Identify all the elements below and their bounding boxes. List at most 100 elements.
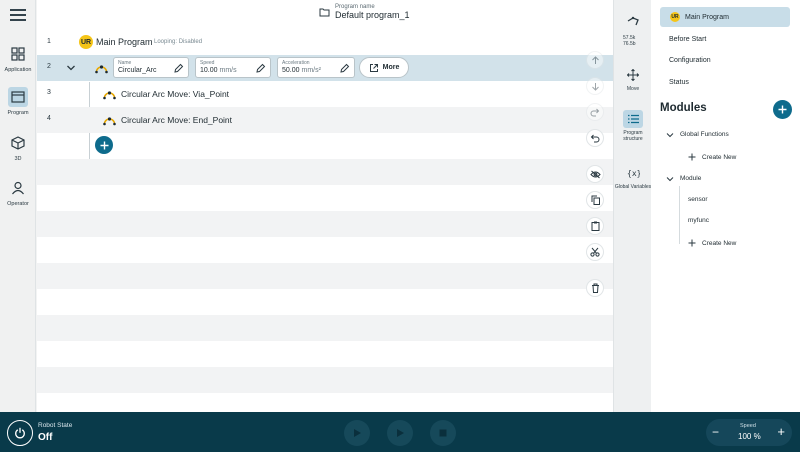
circular-arc-icon: [103, 117, 116, 126]
row-number: 1: [47, 38, 51, 45]
nav-global-variables[interactable]: {x} Global Variables: [614, 164, 652, 190]
nav-move[interactable]: Move: [614, 66, 652, 92]
tree-row-end-point[interactable]: 4 Circular Arc Move: End_Point: [37, 107, 613, 133]
variables-icon: {x}: [623, 164, 643, 182]
bottom-bar: Robot State Off − Speed 100 % +: [0, 412, 800, 452]
nav-move-label: Move: [626, 86, 640, 92]
empty-row: [37, 263, 613, 289]
chevron-down-icon[interactable]: [66, 63, 76, 73]
tree-row-circular-arc[interactable]: 2 Name Circular_Arc Speed 10.00 mm/s Acc…: [37, 55, 613, 81]
plus-icon: [688, 239, 696, 247]
module-sensor-item[interactable]: sensor: [688, 196, 708, 203]
create-new-module-item[interactable]: Create New: [688, 239, 736, 247]
arrow-down-icon: [591, 82, 599, 91]
pencil-icon[interactable]: [173, 63, 184, 74]
acceleration-field-unit: mm/s²: [301, 67, 321, 74]
before-start-item[interactable]: Before Start: [669, 36, 706, 43]
left-navigation: Application Program 3D Operator: [0, 0, 36, 412]
stop-icon: [439, 429, 447, 437]
global-functions-group[interactable]: Global Functions: [666, 131, 729, 138]
speed-value: 100 %: [738, 432, 761, 441]
empty-row: [37, 237, 613, 263]
cube-icon: [8, 133, 28, 153]
module-group[interactable]: Module: [666, 175, 701, 182]
program-name-value: Default program_1: [335, 10, 410, 20]
program-icon: [8, 87, 28, 107]
speed-field[interactable]: Speed 10.00 mm/s: [195, 57, 271, 78]
empty-row: [37, 315, 613, 341]
move-up-button[interactable]: [586, 51, 604, 69]
power-button[interactable]: [7, 420, 33, 446]
ur-logo-icon: UR: [670, 12, 680, 22]
nav-global-variables-label: Global Variables: [614, 184, 652, 190]
speed-caption: Speed: [740, 423, 756, 429]
external-link-icon: [369, 63, 378, 72]
main-program-item-label: Main Program: [685, 13, 729, 21]
tree-row-main-program[interactable]: 1 UR Main Program Looping: Disabled: [37, 30, 613, 56]
delete-button[interactable]: [586, 279, 604, 297]
step-button[interactable]: [387, 420, 413, 446]
cut-button[interactable]: [586, 243, 604, 261]
plus-icon: [688, 153, 696, 161]
program-name[interactable]: Program name Default program_1: [319, 4, 410, 20]
nav-operator-label: Operator: [7, 201, 29, 207]
ur-logo-icon: UR: [79, 35, 93, 49]
stop-button[interactable]: [430, 420, 456, 446]
nav-operator[interactable]: Operator: [0, 178, 36, 207]
main-program-item[interactable]: UR Main Program: [660, 7, 790, 27]
acceleration-field[interactable]: Acceleration 50.00 mm/s²: [277, 57, 355, 78]
module-guide-line: [679, 186, 680, 244]
menu-icon[interactable]: [10, 9, 26, 21]
header: Program name Default program_1: [37, 0, 613, 30]
coordinate-b: 76.5b: [623, 41, 636, 47]
create-new-function-item[interactable]: Create New: [688, 153, 736, 161]
row-number: 3: [47, 89, 51, 96]
robot-coordinates: 57.5k 76.5b: [623, 35, 636, 47]
add-module-button[interactable]: [773, 100, 792, 119]
redo-button[interactable]: [586, 103, 604, 121]
nav-program-label: Program: [7, 110, 29, 116]
nav-3d[interactable]: 3D: [0, 133, 36, 162]
nav-program[interactable]: Program: [0, 87, 36, 116]
pencil-icon[interactable]: [339, 63, 350, 74]
copy-button[interactable]: [586, 191, 604, 209]
robot-position-indicator[interactable]: [614, 12, 652, 30]
speed-field-unit: mm/s: [219, 67, 237, 74]
step-play-icon: [397, 429, 404, 437]
grid-icon: [8, 44, 28, 64]
create-new-function-label: Create New: [702, 153, 737, 161]
nav-application[interactable]: Application: [0, 44, 36, 73]
speed-decrease-button[interactable]: −: [712, 425, 719, 439]
pencil-icon[interactable]: [255, 63, 266, 74]
empty-row: [37, 289, 613, 315]
copy-icon: [591, 195, 600, 205]
acceleration-field-value: 50.00: [282, 67, 300, 74]
empty-row: [37, 393, 613, 412]
module-myfunc-item[interactable]: myfunc: [688, 217, 709, 224]
circular-arc-icon: [95, 65, 108, 74]
speed-control: − Speed 100 % +: [706, 419, 792, 446]
configuration-item[interactable]: Configuration: [669, 57, 711, 64]
more-button[interactable]: More: [359, 57, 409, 78]
trash-icon: [591, 283, 599, 293]
tree-row-via-point[interactable]: 3 Circular Arc Move: Via_Point: [37, 81, 613, 107]
name-field[interactable]: Name Circular_Arc: [113, 57, 189, 78]
suppress-button[interactable]: [586, 165, 604, 183]
move-down-button[interactable]: [586, 77, 604, 95]
row-number: 4: [47, 115, 51, 122]
speed-increase-button[interactable]: +: [777, 424, 785, 439]
robot-state-caption: Robot State: [38, 422, 73, 429]
empty-row: [37, 185, 613, 211]
status-item[interactable]: Status: [669, 79, 689, 86]
move-arrows-icon: [623, 66, 643, 84]
nav-program-structure[interactable]: Program structure: [614, 110, 652, 142]
paste-button[interactable]: [586, 217, 604, 235]
undo-button[interactable]: [586, 129, 604, 147]
row-number: 2: [47, 63, 51, 70]
empty-row: [37, 367, 613, 393]
empty-row: [37, 341, 613, 367]
via-point-label: Circular Arc Move: Via_Point: [121, 89, 230, 99]
play-button[interactable]: [344, 420, 370, 446]
chevron-down-icon: [666, 132, 674, 137]
clipboard-icon: [591, 221, 599, 231]
